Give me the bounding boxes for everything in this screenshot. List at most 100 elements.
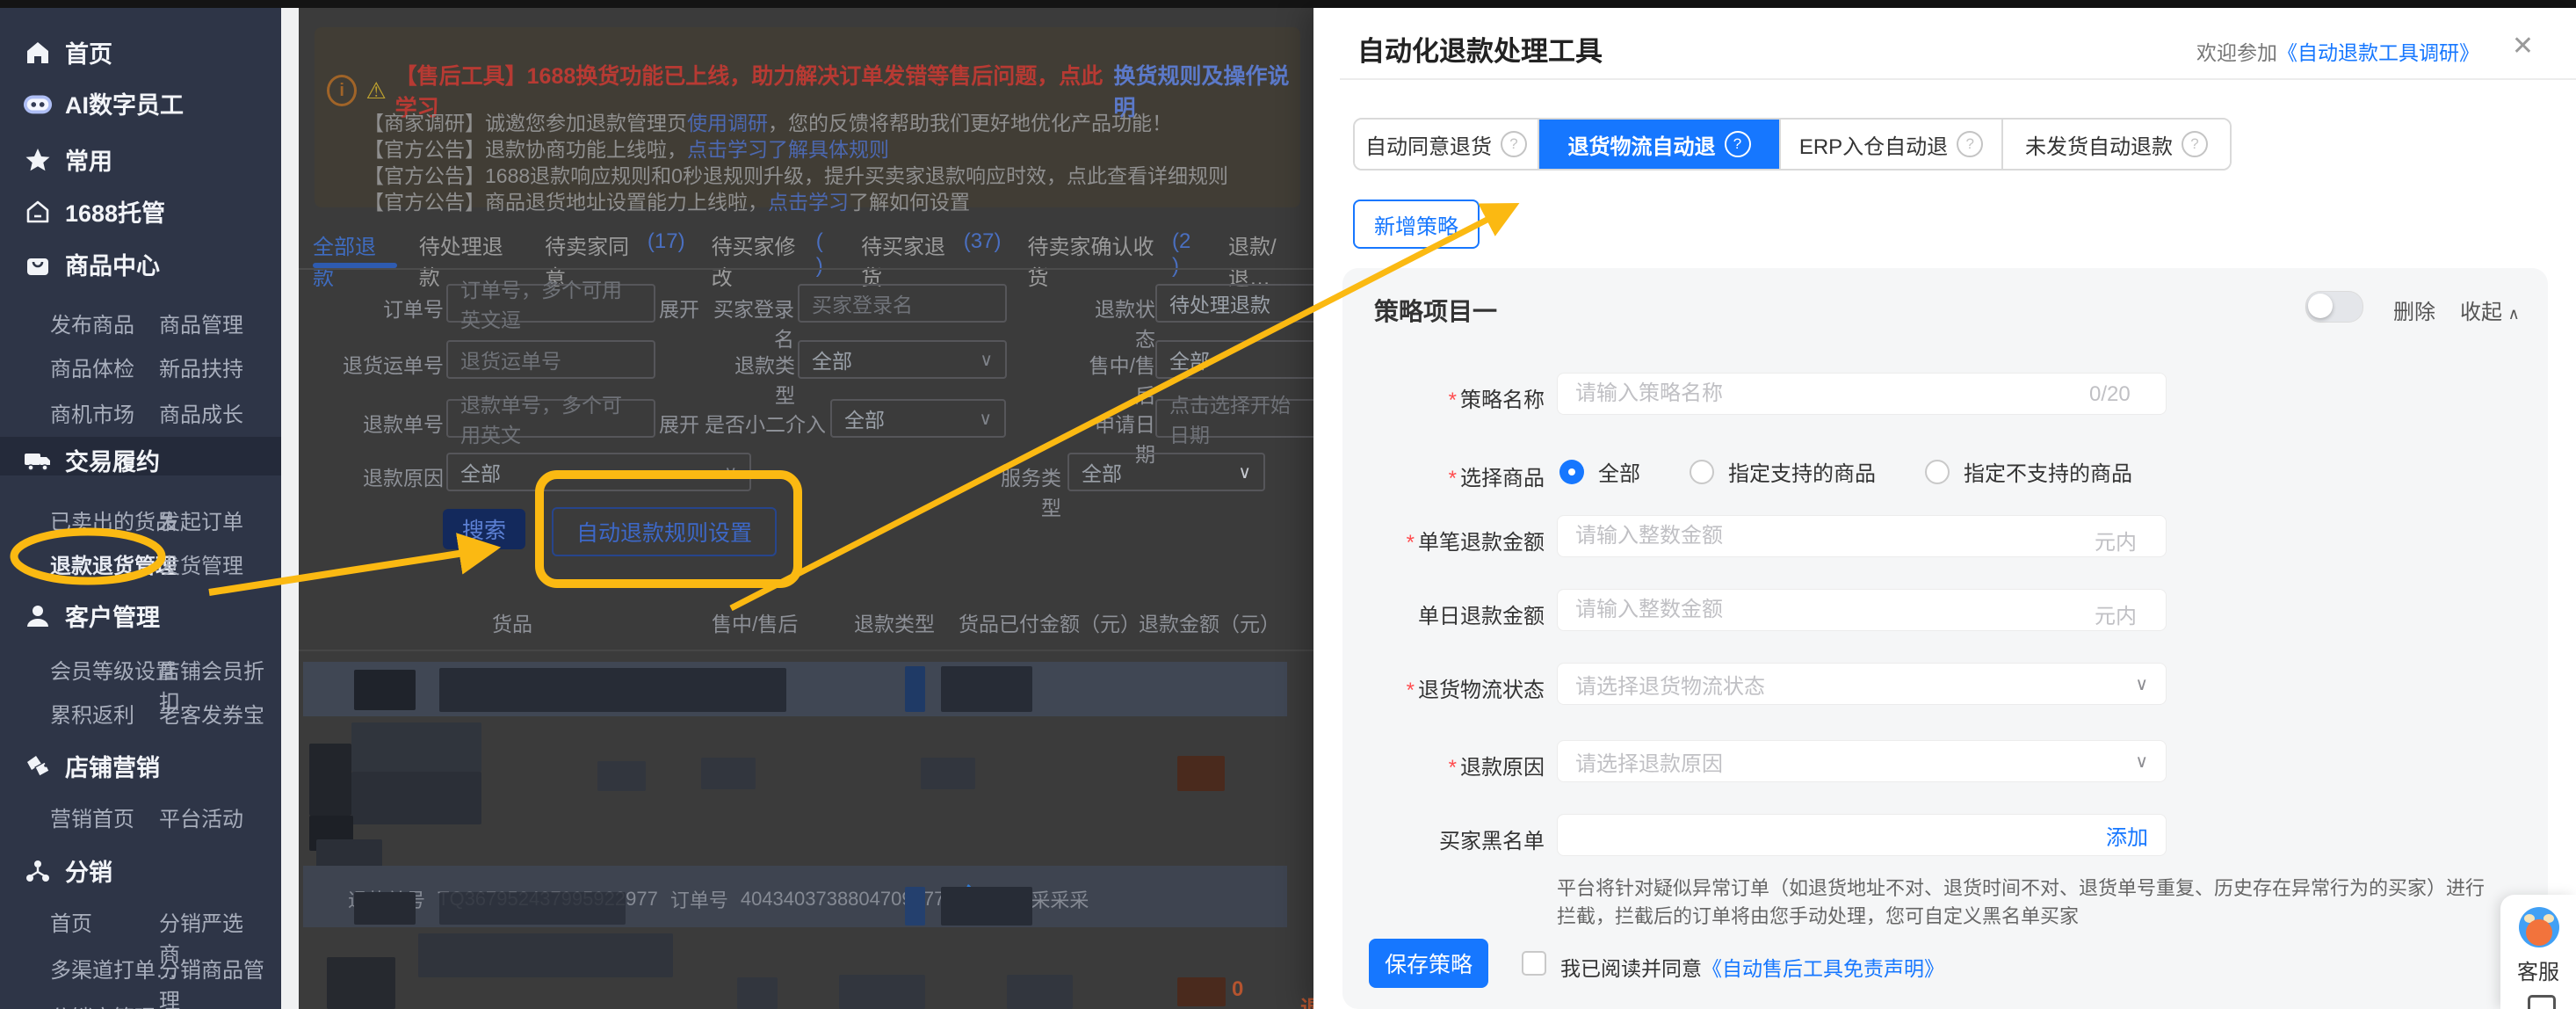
daily-refund-input[interactable] — [1557, 589, 2167, 631]
search-button[interactable]: 搜索 — [443, 509, 525, 549]
sidebar-item-dist-home[interactable]: 首页 — [50, 906, 92, 937]
tab-unshipped-auto-refund[interactable]: 未发货自动退款? — [2003, 120, 2230, 169]
refund-type-label: 退款类型 — [725, 349, 795, 409]
tab-all-refunds[interactable]: 全部退款 — [313, 229, 393, 291]
agree-checkbox[interactable] — [1522, 951, 1546, 976]
strategy-name-input[interactable] — [1557, 373, 2167, 415]
sidebar-item-label: 首页 — [65, 35, 112, 69]
unit-suffix: 元内 — [2095, 525, 2137, 555]
sidebar-item-product-manage[interactable]: 商品管理 — [159, 308, 243, 338]
notice-link[interactable]: 点击学习了解具体规则 — [687, 138, 889, 161]
sidebar-item-label: 交易履约 — [65, 443, 160, 477]
help-icon[interactable]: ? — [2182, 131, 2208, 157]
tab-await-buyer-modify[interactable]: 待买家修改( ) — [712, 229, 836, 291]
sidebar-item-distributor-manage[interactable]: 分销商管理 — [50, 1000, 156, 1009]
add-strategy-button[interactable]: 新增策略 — [1353, 200, 1480, 249]
notice-link[interactable]: 点击学习 — [768, 191, 849, 214]
sidebar-item-rebate[interactable]: 累积返利 — [50, 698, 134, 729]
drawer-title: 自动化退款处理工具 — [1357, 29, 1603, 69]
logistics-status-select[interactable]: 请选择退货物流状态 ∨ — [1557, 663, 2167, 705]
welcome-survey: 欢迎参加《自动退款工具调研》 — [2196, 36, 2479, 66]
redacted-block — [351, 722, 481, 772]
sidebar-item-label: 常用 — [65, 142, 112, 177]
sidebar-item-publish-product[interactable]: 发布商品 — [50, 308, 134, 338]
shop-bag-icon — [23, 250, 53, 279]
sidebar-item-multichannel-print[interactable]: 多渠道打单… — [50, 953, 177, 984]
radio-supported[interactable] — [1690, 460, 1714, 484]
required-mark: * — [1449, 467, 1457, 490]
tab-erp-warehouse-auto-refund[interactable]: ERP入仓自动退? — [1781, 120, 2003, 169]
refund-status-select[interactable]: 待处理退款 — [1155, 284, 1313, 323]
blacklist-add-link[interactable]: 添加 — [2106, 820, 2148, 851]
single-refund-input[interactable] — [1557, 515, 2167, 557]
agreement-text: 我已阅读并同意《自动售后工具免责声明》 — [1560, 952, 1944, 982]
tab-return-logistics-auto-refund[interactable]: 退货物流自动退? — [1539, 120, 1781, 169]
notice-link[interactable]: 使用调研 — [687, 112, 768, 134]
sidebar-item-coupon-treasure[interactable]: 老客发券宝 — [159, 698, 264, 729]
buyer-blacklist-input[interactable]: 添加 — [1557, 814, 2167, 856]
xiaoer-select[interactable]: 全部∨ — [830, 399, 1006, 438]
expand-link[interactable]: 展开 — [659, 408, 699, 438]
sidebar-item-product-check[interactable]: 商品体检 — [50, 352, 134, 382]
sidebar-item-home[interactable]: 首页 — [23, 35, 112, 69]
order-no-input[interactable]: 订单号，多个可用英文逗 — [446, 284, 655, 323]
sidebar-item-create-order[interactable]: 发起订单 — [159, 505, 243, 535]
help-icon[interactable]: ? — [1725, 131, 1751, 157]
sidebar-item-trade-fulfillment[interactable]: 交易履约 — [23, 443, 160, 477]
sidebar-item-product-growth[interactable]: 商品成长 — [159, 397, 243, 428]
sidebar-item-distribution[interactable]: 分销 — [23, 853, 112, 888]
sidebar-item-dist-product-manage[interactable]: 分销商品管理 — [159, 953, 281, 1009]
disclaimer-link[interactable]: 《自动售后工具免责声明》 — [1702, 957, 1944, 980]
return-tracking-input[interactable]: 退货运单号 — [446, 340, 655, 379]
sidebar-item-platform-activity[interactable]: 平台活动 — [159, 802, 243, 832]
radio-all[interactable] — [1559, 460, 1584, 484]
sidebar-item-sold-goods[interactable]: 已卖出的货品 — [50, 505, 177, 535]
radio-label[interactable]: 全部 — [1598, 456, 1640, 487]
sidebar-item-1688-hosting[interactable]: 1688托管 — [23, 194, 165, 229]
radio-label[interactable]: 指定不支持的商品 — [1964, 456, 2132, 487]
sidebar-item-new-product-support[interactable]: 新品扶持 — [159, 352, 243, 382]
marketing-icon — [23, 751, 53, 781]
notice-text: 【官方公告】1688退款响应规则和0秒退规则升级，提升买卖家退款响应时效，点此查… — [364, 164, 1228, 187]
expand-link[interactable]: 展开 — [659, 293, 699, 323]
refund-list-page-dimmed: i ⚠ 【售后工具】1688换货功能已上线，助力解决订单发错等售后问题，点此学习… — [299, 8, 1313, 1009]
redacted-block — [309, 744, 351, 816]
save-strategy-button[interactable]: 保存策略 — [1369, 939, 1488, 988]
sidebar-item-member-level[interactable]: 会员等级设置 — [50, 654, 177, 685]
apply-date-input[interactable]: 点击选择开始日期 — [1155, 399, 1313, 438]
help-icon[interactable]: ? — [1957, 131, 1983, 157]
tab-auto-agree-return[interactable]: 自动同意退货? — [1355, 120, 1539, 169]
buyer-login-input[interactable]: 买家登录名 — [798, 284, 1007, 323]
sale-stage-select[interactable]: 全部 — [1155, 340, 1313, 379]
sidebar-item-biz-market[interactable]: 商机市场 — [50, 397, 134, 428]
sidebar-item-product-center[interactable]: 商品中心 — [23, 247, 160, 281]
sidebar-item-ai-employee[interactable]: AI数字员工 — [23, 86, 184, 120]
delete-strategy-button[interactable]: 删除 — [2393, 294, 2435, 325]
strategy-enable-toggle[interactable] — [2305, 291, 2363, 323]
sidebar-item-favorites[interactable]: 常用 — [23, 142, 112, 177]
sidebar-item-customer-manage[interactable]: 客户管理 — [23, 599, 160, 633]
close-icon[interactable]: ✕ — [2512, 31, 2534, 62]
auto-refund-rule-button[interactable]: 自动退款规则设置 — [552, 507, 777, 556]
notice-text: 了解如何设置 — [849, 191, 970, 214]
star-icon — [23, 145, 53, 175]
service-type-select[interactable]: 全部∨ — [1067, 453, 1265, 491]
tab-refund-more[interactable]: 退款/退… — [1228, 229, 1313, 291]
refund-reason-select[interactable]: 请选择退款原因 ∨ — [1557, 740, 2167, 782]
refund-reason-select[interactable]: 全部∨ — [446, 453, 751, 491]
tab-await-seller-confirm[interactable]: 待卖家确认收货(2 ) — [1027, 229, 1201, 291]
refund-no-input[interactable]: 退款单号，多个可用英文 — [446, 399, 655, 438]
tab-await-buyer-return[interactable]: 待买家退货(37) — [861, 229, 1001, 291]
sidebar-item-shipping-manage[interactable]: 发货管理 — [159, 548, 243, 579]
survey-link[interactable]: 《自动退款工具调研》 — [2277, 41, 2479, 64]
radio-label[interactable]: 指定支持的商品 — [1728, 456, 1876, 487]
sidebar-item-marketing-home[interactable]: 营销首页 — [50, 802, 134, 832]
header-divider — [1340, 78, 2576, 80]
sidebar-item-shop-marketing[interactable]: 店铺营销 — [23, 749, 160, 783]
refund-type-select[interactable]: 全部∨ — [798, 340, 1007, 379]
radio-unsupported[interactable] — [1925, 460, 1950, 484]
sidebar-item-refund-return-manage[interactable]: 退款退货管理 — [50, 548, 177, 579]
customer-service-widget[interactable]: 客服 — [2500, 895, 2576, 1009]
help-icon[interactable]: ? — [1501, 131, 1527, 157]
collapse-button[interactable]: 收起 ∧ — [2460, 294, 2520, 325]
